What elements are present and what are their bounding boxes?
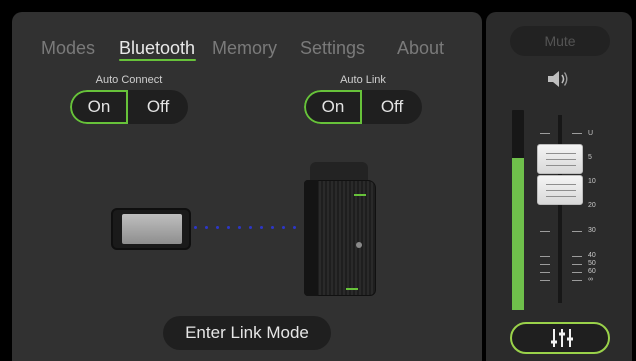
scale-label-60: 60 xyxy=(588,268,596,275)
auto-connect-off-button[interactable]: Off xyxy=(128,90,188,124)
auto-link-off-button[interactable]: Off xyxy=(362,90,422,124)
eq-sliders-icon xyxy=(551,329,573,347)
tab-about[interactable]: About xyxy=(397,38,444,59)
phone-screen xyxy=(122,214,182,244)
auto-link-toggle: On Off xyxy=(304,90,422,124)
active-tab-underline xyxy=(119,59,196,61)
auto-connect-on-button[interactable]: On xyxy=(70,90,128,124)
auto-connect-title: Auto Connect xyxy=(95,74,163,86)
scale-label-10: 10 xyxy=(588,178,596,185)
loudspeaker-illustration xyxy=(304,162,376,296)
eq-button[interactable] xyxy=(510,322,610,354)
mute-button[interactable]: Mute xyxy=(510,26,610,56)
auto-link-title: Auto Link xyxy=(340,74,386,86)
auto-connect-toggle: On Off xyxy=(70,90,188,124)
auto-link-on-button[interactable]: On xyxy=(304,90,362,124)
scale-label-40: 40 xyxy=(588,252,596,259)
tab-bluetooth[interactable]: Bluetooth xyxy=(119,38,195,59)
fader-cap-lower[interactable] xyxy=(537,175,583,205)
scale-label-5: 5 xyxy=(588,154,592,161)
tab-bar: Modes Bluetooth Memory Settings About xyxy=(12,38,482,62)
level-meter xyxy=(512,110,524,310)
channel-strip: Mute U 5 10 20 30 40 50 60 ∞ xyxy=(486,12,632,361)
tab-modes[interactable]: Modes xyxy=(41,38,95,59)
fader-cap[interactable] xyxy=(537,144,583,174)
tab-settings[interactable]: Settings xyxy=(300,38,365,59)
scale-label-u: U xyxy=(588,130,594,137)
scale-label-30: 30 xyxy=(588,227,596,234)
scale-label-20: 20 xyxy=(588,202,596,209)
level-meter-fill xyxy=(512,158,524,310)
phone-illustration xyxy=(111,208,191,250)
enter-link-mode-button[interactable]: Enter Link Mode xyxy=(163,316,331,350)
speaker-volume-icon xyxy=(546,68,570,90)
scale-label-50: 50 xyxy=(588,260,596,267)
tab-memory[interactable]: Memory xyxy=(212,38,277,59)
scale-label-inf: ∞ xyxy=(588,276,593,283)
main-panel: Modes Bluetooth Memory Settings About Au… xyxy=(12,12,482,361)
app-frame: Modes Bluetooth Memory Settings About Au… xyxy=(0,0,636,361)
